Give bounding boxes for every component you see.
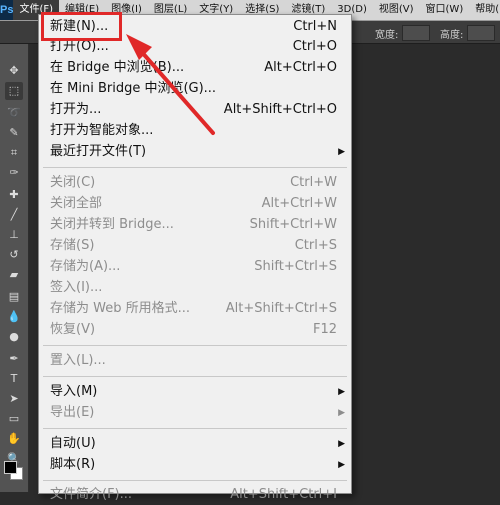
annotation-arrow-icon [126,34,215,135]
